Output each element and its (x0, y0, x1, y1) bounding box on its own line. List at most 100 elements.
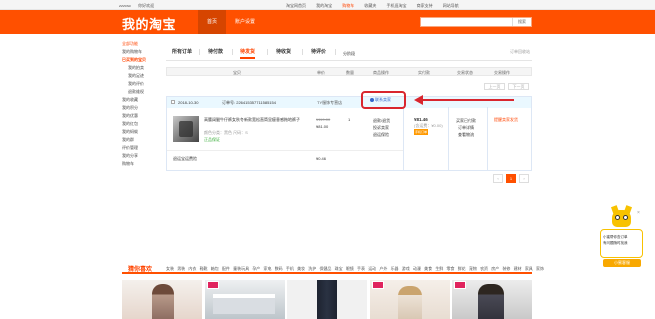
category-link[interactable]: 数码 (275, 266, 283, 271)
category-link[interactable]: 内衣 (188, 266, 196, 271)
category-link[interactable]: 鲜花 (458, 266, 466, 271)
sidebar-item[interactable]: 我的蚂蚁 (122, 128, 162, 136)
order-checkbox[interactable] (171, 100, 175, 104)
topbar-link-cart[interactable]: 购物车 (342, 3, 354, 8)
recommend-product-image[interactable] (205, 280, 285, 319)
topbar-link-favorites[interactable]: 收藏夹 (364, 3, 376, 8)
category-link[interactable]: 手表 (357, 266, 365, 271)
annotation-arrow-head (414, 95, 423, 105)
category-link[interactable]: 户外 (379, 266, 387, 271)
search-button[interactable]: 搜索 (512, 18, 531, 26)
remind-shipment-button[interactable]: 提醒卖家发货 (494, 117, 518, 123)
sidebar-item[interactable]: 我的积分 (122, 104, 162, 112)
return-insurance-link[interactable]: 退运保险 (373, 131, 390, 138)
category-link[interactable]: 鞋靴 (200, 266, 208, 271)
contact-seller-button[interactable]: 联系卖家 (370, 97, 391, 103)
category-links: 女装 男装 内衣 鞋靴 箱包 配件 童装玩具 孕产 家电 数码 手机 美妆 洗护 保健品 珠宝 眼镜 手表 运动户… (166, 266, 547, 272)
category-link[interactable]: 童装玩具 (233, 266, 249, 271)
category-link[interactable]: 家饰 (536, 266, 544, 271)
category-link[interactable]: 箱包 (211, 266, 219, 271)
category-link[interactable]: 农资 (480, 266, 488, 271)
category-link[interactable]: 游戏 (402, 266, 410, 271)
refund-link[interactable]: 退款/退货 (373, 117, 390, 124)
topbar-link-home[interactable]: 淘宝网首页 (286, 3, 306, 8)
product-photo (478, 284, 504, 319)
category-link[interactable]: 乐器 (391, 266, 399, 271)
recycle-bin-link[interactable]: 订单回收站 (510, 49, 530, 55)
category-link[interactable]: 装修 (502, 266, 510, 271)
order-detail-link[interactable]: 订单详情 (456, 124, 476, 131)
category-link[interactable]: 生鲜 (435, 266, 443, 271)
recommend-gallery (122, 280, 532, 319)
sidebar-item[interactable]: 购物车 (122, 160, 162, 168)
sidebar-item[interactable]: 我的红包 (122, 120, 162, 128)
sidebar-item[interactable]: 我的收藏 (122, 96, 162, 104)
nav-home[interactable]: 首页 (198, 10, 227, 34)
category-link[interactable]: 家电 (264, 266, 272, 271)
next-page-icon[interactable]: › (519, 174, 529, 183)
recommend-product-image[interactable] (370, 280, 450, 319)
category-link[interactable]: 宠物 (469, 266, 477, 271)
logistics-link[interactable]: 查看物流 (456, 131, 476, 138)
prev-page-icon[interactable]: ‹ (493, 174, 503, 183)
category-link[interactable]: 配件 (222, 266, 230, 271)
next-page-button[interactable]: 下一页 (508, 83, 529, 90)
topbar-link-mobile[interactable]: 手机逛淘宝 (387, 3, 407, 8)
category-link[interactable]: 手机 (286, 266, 294, 271)
topbar-link-sitemap[interactable]: 网站导航 (443, 3, 459, 8)
sidebar-item[interactable]: 我的群 (122, 136, 162, 144)
column-divider (487, 107, 488, 171)
topbar-link-seller[interactable]: 商家支持 (417, 3, 433, 8)
category-link[interactable]: 动漫 (413, 266, 421, 271)
category-link[interactable]: 珠宝 (335, 266, 343, 271)
category-link[interactable]: 洗护 (308, 266, 316, 271)
category-link[interactable]: 房产 (491, 266, 499, 271)
sidebar-item[interactable]: 我的评价 (122, 80, 162, 88)
sidebar-item[interactable]: 我的足迹 (122, 72, 162, 80)
product-thumbnail[interactable] (173, 116, 199, 142)
item-service-links: 退款/退货 投诉卖家 退运保险 (373, 117, 390, 138)
annotation-arrow-shaft (420, 99, 514, 101)
prev-page-button[interactable]: 上一页 (484, 83, 505, 90)
category-link[interactable]: 眼镜 (346, 266, 354, 271)
username-link[interactable]: zzzcsc (119, 3, 131, 8)
sidebar-item[interactable]: 我的优惠 (122, 112, 162, 120)
assistant-widget[interactable]: 小蜜帮你查订单 有问题随时找我 小蜜客服 (600, 205, 643, 267)
product-title[interactable]: 高腰阔腿牛仔裤女秋冬新款宽松直筒显瘦垂感拖地裤子 (204, 117, 304, 123)
page-1-button[interactable]: 1 (506, 174, 516, 183)
search-input[interactable]: 搜索 (420, 17, 532, 27)
category-link[interactable]: 孕产 (252, 266, 260, 271)
tab-staged[interactable]: 分阶段 (343, 49, 355, 61)
tab-pending-receipt[interactable]: 待收货 (276, 47, 291, 59)
complain-link[interactable]: 投诉卖家 (373, 124, 390, 131)
sidebar-item[interactable]: 我的拍卖 (122, 64, 162, 72)
nav-account-settings[interactable]: 账户设置 (226, 10, 264, 34)
category-link[interactable]: 美妆 (297, 266, 305, 271)
category-link[interactable]: 美食 (424, 266, 432, 271)
category-link[interactable]: 零食 (447, 266, 455, 271)
assistant-button[interactable]: 小蜜客服 (603, 259, 641, 267)
shop-link[interactable]: TY服饰专营店 (317, 100, 342, 106)
sidebar-item[interactable]: 评价管理 (122, 144, 162, 152)
tab-pending-review[interactable]: 待评价 (311, 47, 326, 59)
category-link[interactable]: 家具 (525, 266, 533, 271)
category-link[interactable]: 运动 (368, 266, 376, 271)
tab-all-orders[interactable]: 所有订单 (172, 47, 192, 59)
category-link[interactable]: 建材 (514, 266, 522, 271)
sidebar-item[interactable]: 我的购物车 (122, 48, 162, 56)
recommend-product-image[interactable] (452, 280, 532, 319)
recommend-product-image[interactable] (122, 280, 202, 319)
category-link[interactable]: 女装 (166, 266, 174, 271)
topbar-link-mytaobao[interactable]: 我的淘宝 (316, 3, 332, 8)
category-link[interactable]: 保健品 (319, 266, 331, 271)
sidebar-item[interactable]: 退款维权 (122, 88, 162, 96)
tab-pending-payment[interactable]: 待付款 (208, 47, 223, 59)
recommend-product-image[interactable] (287, 280, 367, 319)
sidebar-item[interactable]: 已买到的宝贝 (122, 56, 162, 64)
sidebar-item[interactable]: 全部功能 (122, 40, 162, 48)
logo[interactable]: 我的淘宝 (122, 14, 176, 33)
tab-pending-shipment[interactable]: 待发货 (240, 47, 256, 59)
close-icon[interactable]: × (637, 210, 640, 216)
sidebar-item[interactable]: 我的分享 (122, 152, 162, 160)
category-link[interactable]: 男装 (177, 266, 185, 271)
